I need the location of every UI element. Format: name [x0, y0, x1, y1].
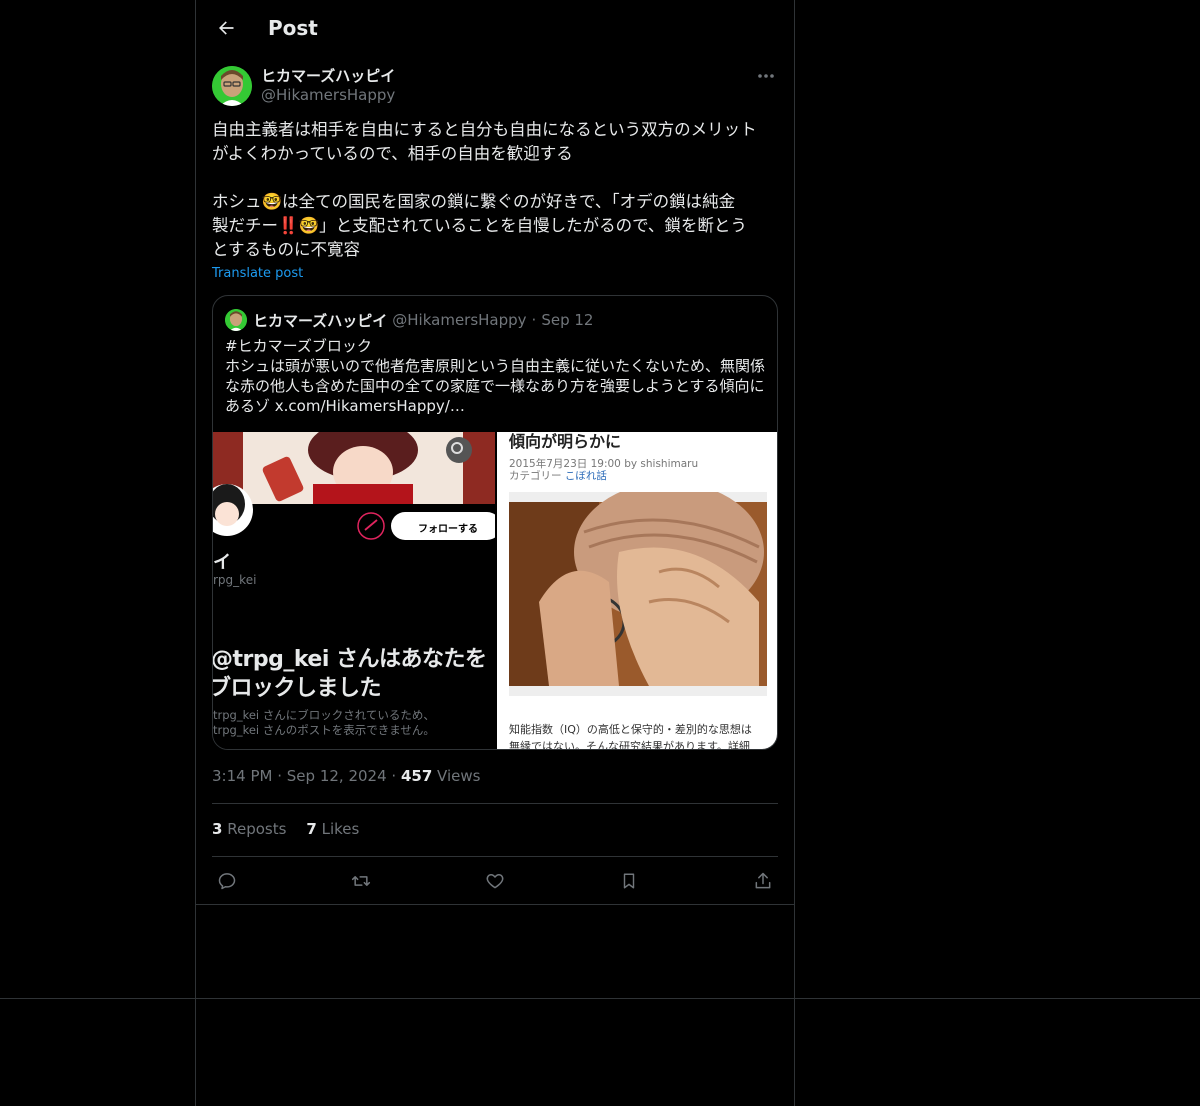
quoted-post-text: #ヒカマーズブロック ホシュは頭が悪いので他者危害原則という自由主義に従いたくな…	[225, 337, 766, 415]
share-button[interactable]	[748, 866, 778, 896]
repost-icon	[351, 876, 371, 886]
post-time[interactable]: 3:14 PM	[212, 767, 272, 785]
follow-label: フォローする	[418, 524, 478, 535]
article-category: カテゴリー こぼれ話	[509, 468, 607, 483]
reply-button[interactable]	[212, 866, 242, 896]
blocked-title-line2: ブロックしました	[213, 676, 382, 701]
blocked-subtitle-line1: trpg_kei さんにブロックされているため、	[213, 708, 435, 722]
quoted-display-name: ヒカマーズハッピイ	[253, 311, 388, 330]
reply-icon	[218, 873, 236, 890]
divider	[212, 803, 778, 804]
like-button[interactable]	[480, 866, 510, 896]
post-header: Post	[196, 0, 794, 56]
engagement-stats: 3 Reposts 7 Likes	[212, 820, 359, 838]
action-bar	[212, 866, 778, 896]
separator-dot: ·	[277, 767, 287, 785]
translate-post-link[interactable]: Translate post	[212, 266, 303, 281]
back-button[interactable]	[210, 12, 242, 44]
avatar[interactable]	[212, 66, 252, 106]
post-meta: 3:14 PM · Sep 12, 2024 · 457 Views	[212, 767, 480, 785]
divider	[196, 904, 794, 905]
likes-count: 7	[306, 820, 317, 838]
blocked-profile-handle: rpg_kei	[213, 573, 257, 587]
blocked-title-line1: @trpg_kei さんはあなたを	[213, 647, 487, 672]
post-author: ヒカマーズハッピイ @HikamersHappy	[212, 64, 778, 108]
views-label: Views	[437, 767, 481, 785]
post-date[interactable]: Sep 12, 2024	[287, 767, 387, 785]
separator-dot: ·	[391, 767, 401, 785]
likes-label: Likes	[321, 820, 360, 838]
likes-stat[interactable]: 7 Likes	[306, 820, 359, 838]
article-photo	[509, 492, 767, 696]
share-icon	[755, 872, 771, 889]
quoted-image-article-screenshot[interactable]: 傾向が明らかに 2015年7月23日 19:00 by shishimaru カ…	[497, 432, 777, 750]
post-text: 自由主義者は相手を自由にすると自分も自由になるという双方のメリット がよくわかっ…	[212, 120, 757, 259]
more-options-button[interactable]	[754, 66, 778, 86]
reposts-label: Reposts	[227, 820, 287, 838]
quoted-avatar	[225, 309, 247, 331]
article-category-label: カテゴリー	[509, 470, 562, 482]
separator-dot: ·	[531, 311, 537, 329]
quoted-post[interactable]: ヒカマーズハッピイ @HikamersHappy · Sep 12 #ヒカマーズ…	[212, 295, 778, 750]
quoted-handle: @HikamersHappy	[392, 311, 527, 329]
reposts-stat[interactable]: 3 Reposts	[212, 820, 286, 838]
page-title: Post	[268, 16, 318, 40]
author-handle[interactable]: @HikamersHappy	[261, 86, 395, 104]
article-caption-line1: 知能指数（IQ）の高低と保守的・差別的な思想は	[509, 723, 752, 736]
blocked-subtitle-line2: trpg_kei さんのポストを表示できません。	[213, 723, 435, 737]
article-category-link: こぼれ話	[564, 470, 607, 482]
views-count: 457	[400, 767, 433, 785]
quoted-image-blocked-screenshot[interactable]: フォローする イ rpg_kei @trpg_kei さんはあなたを ブロックし…	[213, 432, 495, 749]
quoted-date: Sep 12	[541, 311, 594, 329]
like-icon	[486, 874, 504, 889]
article-headline: 傾向が明らかに	[509, 432, 622, 451]
reposts-count: 3	[212, 820, 223, 838]
more-horizontal-icon	[758, 74, 774, 78]
post-column: Post ヒカマーズハッピイ @HikamersHappy 自由主義者は相手を自…	[195, 0, 795, 1106]
quoted-post-header: ヒカマーズハッピイ @HikamersHappy · Sep 12	[225, 308, 598, 332]
bookmark-icon	[623, 873, 635, 889]
article-caption-line2: 無縁ではない。そんな研究結果があります。詳細	[509, 740, 750, 750]
blocked-profile-name: イ	[213, 552, 231, 573]
author-display-name[interactable]: ヒカマーズハッピイ	[261, 65, 395, 86]
repost-button[interactable]	[346, 866, 376, 896]
arrow-left-icon	[219, 21, 234, 35]
bookmark-button[interactable]	[614, 866, 644, 896]
divider	[212, 856, 778, 857]
